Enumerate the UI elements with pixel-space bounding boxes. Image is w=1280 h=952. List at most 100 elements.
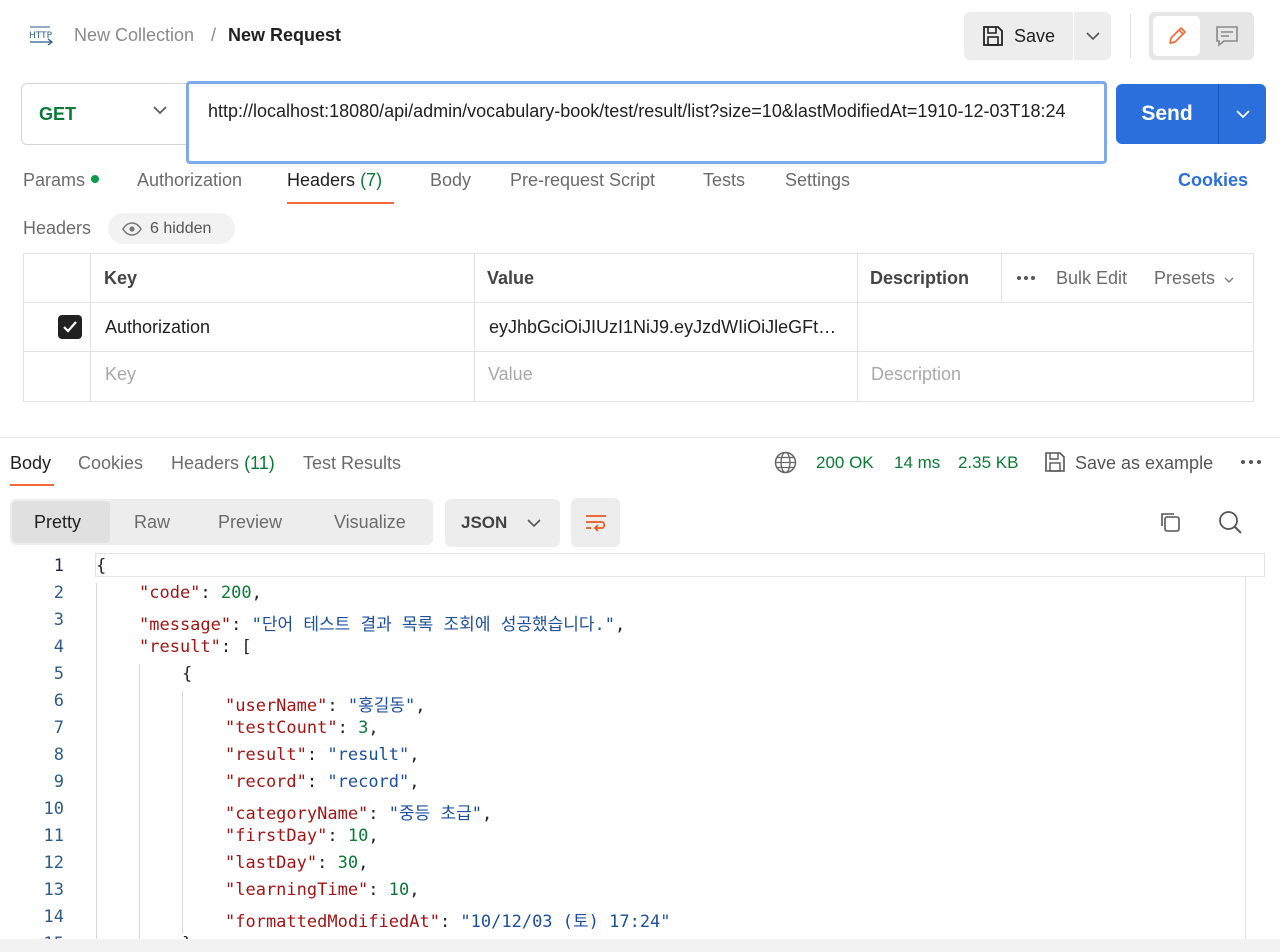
bulk-edit-button[interactable]: Bulk Edit <box>1056 268 1127 289</box>
code-token: "중등 초급" <box>388 804 483 824</box>
code-token: : <box>337 718 359 738</box>
code-token: , <box>482 804 493 824</box>
save-icon <box>983 26 1003 46</box>
code-token: 30 <box>337 853 359 873</box>
code-token: 10 <box>347 826 369 846</box>
save-options-button[interactable] <box>1074 12 1111 60</box>
response-headers-count: (11) <box>244 453 275 473</box>
code-token: : <box>368 880 389 900</box>
code-token: 3 <box>358 718 369 738</box>
code-token: "message" <box>139 615 232 635</box>
copy-icon[interactable] <box>1158 510 1182 534</box>
tab-params[interactable]: Params <box>23 170 100 191</box>
line-number: 4 <box>53 637 64 657</box>
wrap-icon <box>585 514 606 532</box>
code-token: : <box>231 615 252 635</box>
hidden-headers-toggle[interactable]: 6 hidden <box>108 213 235 244</box>
table-divider <box>90 253 91 402</box>
view-pretty[interactable]: Pretty <box>34 512 81 533</box>
header-enabled-checkbox[interactable] <box>58 315 82 339</box>
send-button[interactable]: Send <box>1116 84 1218 144</box>
save-as-example-button[interactable]: Save as example <box>1075 453 1213 474</box>
more-icon[interactable] <box>1016 275 1036 281</box>
code-token: : <box>327 826 348 846</box>
tab-body[interactable]: Body <box>430 170 471 191</box>
line-number: 8 <box>53 745 64 765</box>
edit-mode-button[interactable] <box>1153 16 1200 56</box>
code-token: { <box>96 556 107 576</box>
code-token: : [ <box>220 637 252 657</box>
line-number: 11 <box>43 826 64 846</box>
header-key-cell[interactable]: Authorization <box>105 317 210 338</box>
tab-authorization[interactable]: Authorization <box>137 170 242 191</box>
response-tab-headers[interactable]: Headers (11) <box>171 453 275 474</box>
save-button[interactable]: Save <box>964 12 1072 60</box>
breadcrumb-request-name[interactable]: New Request <box>228 25 341 46</box>
breadcrumb-collection[interactable]: New Collection <box>74 25 194 46</box>
response-size[interactable]: 2.35 KB <box>958 453 1019 473</box>
view-preview[interactable]: Preview <box>218 512 282 533</box>
line-number: 13 <box>43 880 64 900</box>
code-line: { <box>182 664 192 684</box>
method-select[interactable]: GET <box>21 83 189 145</box>
tab-prerequest-script[interactable]: Pre-request Script <box>510 170 655 191</box>
status-bar <box>0 939 1280 952</box>
code-token: : <box>306 772 328 792</box>
code-token: "홍길동" <box>347 696 416 716</box>
response-tab-test-results[interactable]: Test Results <box>303 453 401 474</box>
code-line: "result": [ <box>139 637 252 657</box>
send-options-button[interactable] <box>1219 84 1266 144</box>
format-select[interactable]: JSON <box>445 499 560 547</box>
header-value-cell[interactable]: eyJhbGciOiJIUzI1NiJ9.eyJzdWIiOiJleGFt… <box>489 317 836 338</box>
url-input[interactable]: http://localhost:18080/api/admin/vocabul… <box>186 81 1107 164</box>
response-tab-body[interactable]: Body <box>10 453 51 474</box>
presets-dropdown[interactable]: Presets <box>1154 268 1234 289</box>
response-time[interactable]: 14 ms <box>894 453 940 473</box>
code-line: "record": "record", <box>225 772 420 792</box>
globe-icon[interactable] <box>774 451 797 474</box>
line-number: 9 <box>53 772 64 792</box>
new-description-input[interactable]: Description <box>871 364 961 385</box>
code-token: , <box>415 696 426 716</box>
code-line: "testCount": 3, <box>225 718 379 738</box>
column-header-key: Key <box>104 268 138 288</box>
wrap-lines-button[interactable] <box>571 498 620 547</box>
response-divider <box>0 437 1280 438</box>
save-icon[interactable] <box>1044 451 1066 473</box>
more-icon[interactable] <box>1240 459 1262 465</box>
search-icon[interactable] <box>1218 510 1243 535</box>
http-icon: HTTP <box>29 26 54 46</box>
code-token: "testCount" <box>225 718 338 738</box>
new-key-input[interactable]: Key <box>105 364 136 385</box>
code-token: "record" <box>225 772 307 792</box>
status-code[interactable]: 200 OK <box>816 453 874 473</box>
response-tab-cookies[interactable]: Cookies <box>78 453 143 474</box>
code-line: "lastDay": 30, <box>225 853 368 873</box>
tab-tests[interactable]: Tests <box>703 170 745 191</box>
response-body-editor[interactable]: 1{2 "code": 200, 3 "message": "단어 테스트 결과 목록… <box>0 553 1266 939</box>
code-line: "formattedModifiedAt": "10/12/03 (토) 17:… <box>225 907 671 932</box>
code-token: : <box>200 583 221 603</box>
view-raw[interactable]: Raw <box>134 512 170 533</box>
cookies-link[interactable]: Cookies <box>1178 170 1248 191</box>
indent-guide <box>96 583 97 939</box>
line-number: 1 <box>53 556 64 576</box>
comments-button[interactable] <box>1203 16 1250 56</box>
indent-guide <box>139 664 140 939</box>
code-token: : <box>439 912 461 932</box>
active-tab-indicator <box>287 202 394 204</box>
tab-headers[interactable]: Headers (7) <box>287 170 382 191</box>
tab-headers-count: (7) <box>360 170 383 190</box>
presets-label: Presets <box>1154 268 1216 288</box>
tab-settings[interactable]: Settings <box>785 170 850 191</box>
code-token: { <box>182 664 193 684</box>
new-value-input[interactable]: Value <box>488 364 533 385</box>
code-token: , <box>615 615 626 635</box>
code-line: "message": "단어 테스트 결과 목록 조회에 성공했습니다.", <box>139 610 625 635</box>
code-token: , <box>368 718 379 738</box>
code-token: "record" <box>327 772 410 792</box>
view-visualize[interactable]: Visualize <box>334 512 406 533</box>
line-number: 6 <box>53 691 64 711</box>
code-token: "result" <box>225 745 307 765</box>
table-divider <box>474 253 475 402</box>
